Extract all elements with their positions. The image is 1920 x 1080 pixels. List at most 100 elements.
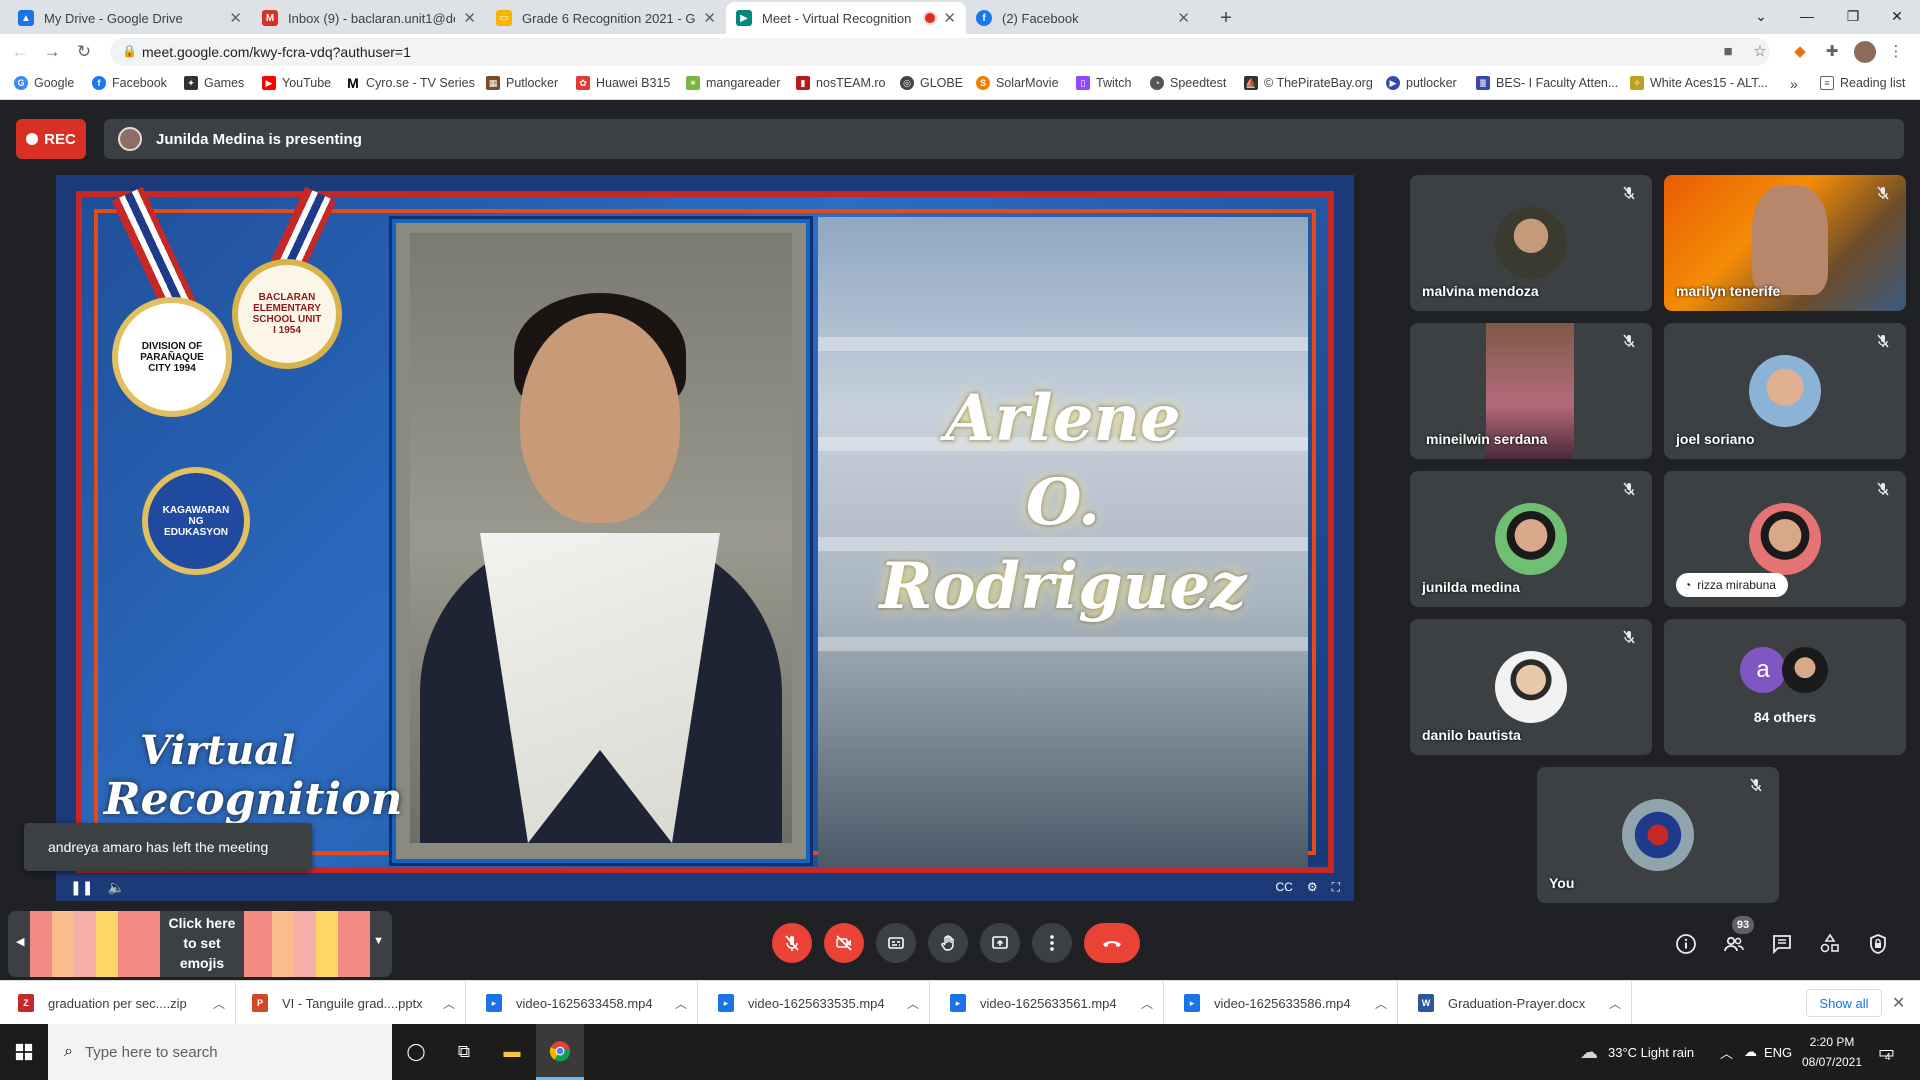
minimize-icon[interactable]: — <box>1784 0 1830 32</box>
participant-tile[interactable]: malvina mendoza <box>1410 175 1652 311</box>
chevron-up-icon[interactable]: ︿ <box>675 995 687 1012</box>
more-options-button[interactable] <box>1032 923 1072 963</box>
host-controls-button[interactable] <box>1864 930 1892 958</box>
bookmark-item[interactable]: ▦ Putlocker <box>486 76 558 90</box>
close-icon[interactable]: ✕ <box>943 9 956 27</box>
taskbar-search-box[interactable]: ⌕ Type here to search <box>48 1024 392 1080</box>
reload-icon[interactable]: ↻ <box>72 40 96 64</box>
participant-tile-others[interactable]: a 84 others <box>1664 619 1906 755</box>
bookmark-item[interactable]: G Google <box>14 76 74 90</box>
new-tab-button[interactable]: + <box>1210 2 1242 34</box>
participant-tile[interactable]: ◔ rizza mirabuna <box>1664 471 1906 607</box>
download-item[interactable]: P VI - Tanguile grad....pptx ︿ <box>236 981 466 1025</box>
bookmark-item[interactable]: ✶ mangareader <box>686 76 780 90</box>
tray-overflow-icon[interactable]: ︿ <box>1720 1024 1733 1080</box>
raise-hand-button[interactable] <box>928 923 968 963</box>
action-center-button[interactable]: ▭ 4 <box>1878 1024 1895 1080</box>
bookmark-item[interactable]: ▯ Twitch <box>1076 76 1131 90</box>
bookmark-item[interactable]: ≣ BES- I Faculty Atten... <box>1476 76 1618 90</box>
mic-off-button[interactable] <box>772 923 812 963</box>
settings-gear-icon[interactable]: ⚙ <box>1307 880 1318 895</box>
bookmark-item[interactable]: ▮ nosTEAM.ro <box>796 76 885 90</box>
window-close-icon[interactable]: ✕ <box>1874 0 1920 32</box>
pause-icon[interactable]: ❚❚ <box>70 879 93 896</box>
chevron-up-icon[interactable]: ︿ <box>1375 995 1387 1012</box>
taskbar-clock[interactable]: 2:20 PM 08/07/2021 <box>1794 1032 1870 1072</box>
bookmark-item[interactable]: ◔ Speedtest <box>1150 76 1226 90</box>
weather-widget[interactable]: ☁ 33°C Light rain <box>1580 1024 1694 1080</box>
forward-icon[interactable]: → <box>40 40 64 64</box>
download-item[interactable]: ▸ video-1625633535.mp4 ︿ <box>698 981 930 1025</box>
chrome-taskbar-icon[interactable] <box>536 1024 584 1080</box>
close-icon[interactable]: ✕ <box>703 9 716 27</box>
tab-google-slides[interactable]: ▭ Grade 6 Recognition 2021 - Goo ✕ <box>486 2 726 34</box>
participant-tile[interactable]: joel soriano <box>1664 323 1906 459</box>
left-arrow-icon[interactable]: ◀ <box>16 935 24 948</box>
network-icon[interactable]: ☁ <box>1744 1024 1757 1080</box>
close-downloads-icon[interactable]: ✕ <box>1892 993 1905 1013</box>
extensions-puzzle-icon[interactable]: ✚ <box>1822 42 1842 62</box>
chat-button[interactable] <box>1768 930 1796 958</box>
presentation-stage[interactable]: DIVISION OF PARAÑAQUE CITY 1994 BACLARAN… <box>56 175 1354 901</box>
tab-search-icon[interactable]: ⌄ <box>1738 0 1784 32</box>
language-indicator[interactable]: ENG <box>1764 1024 1792 1080</box>
back-icon[interactable]: ← <box>8 40 32 64</box>
captions-button[interactable] <box>876 923 916 963</box>
tab-google-drive[interactable]: ▲ My Drive - Google Drive ✕ <box>8 2 252 34</box>
more-menu-icon[interactable]: ⋮ <box>1886 42 1906 62</box>
fullscreen-icon[interactable]: ⛶ <box>1332 880 1340 895</box>
show-all-downloads-button[interactable]: Show all <box>1806 989 1882 1017</box>
bookmark-item[interactable]: S SolarMovie <box>976 76 1059 90</box>
participants-button[interactable] <box>1720 930 1748 958</box>
profile-avatar[interactable] <box>1854 41 1876 63</box>
bookmark-item[interactable]: ◎ GLOBE <box>900 76 963 90</box>
download-item[interactable]: Z graduation per sec....zip ︿ <box>0 981 236 1025</box>
restore-icon[interactable]: ❐ <box>1830 0 1876 32</box>
present-screen-button[interactable] <box>980 923 1020 963</box>
bookmark-item[interactable]: ⛵ © ThePirateBay.org <box>1244 76 1373 90</box>
close-icon[interactable]: ✕ <box>463 9 476 27</box>
download-item[interactable]: W Graduation-Prayer.docx ︿ <box>1398 981 1632 1025</box>
emoji-extension-bar[interactable]: ◀ Click here to set emojis ▼ <box>8 911 392 977</box>
captions-icon[interactable]: CC <box>1275 880 1292 895</box>
bookmark-star-icon[interactable]: ☆ <box>1750 42 1770 62</box>
emoji-hint-text[interactable]: Click here to set emojis <box>160 911 244 977</box>
meeting-details-button[interactable] <box>1672 930 1700 958</box>
chevron-up-icon[interactable]: ︿ <box>443 995 455 1012</box>
download-item[interactable]: ▸ video-1625633458.mp4 ︿ <box>466 981 698 1025</box>
start-button[interactable] <box>0 1024 48 1080</box>
bookmark-item[interactable]: f Facebook <box>92 76 167 90</box>
close-icon[interactable]: ✕ <box>229 9 242 27</box>
tab-gmail[interactable]: M Inbox (9) - baclaran.unit1@depe ✕ <box>252 2 486 34</box>
close-icon[interactable]: ✕ <box>1177 9 1190 27</box>
activities-button[interactable] <box>1816 930 1844 958</box>
bookmark-item[interactable]: ▶ putlocker <box>1386 76 1457 90</box>
participant-tile[interactable]: mineilwin serdana <box>1410 323 1652 459</box>
dropdown-arrow-icon[interactable]: ▼ <box>373 935 384 947</box>
chevron-up-icon[interactable]: ︿ <box>213 995 225 1012</box>
bookmark-item[interactable]: ✦ Games <box>184 76 244 90</box>
volume-icon[interactable]: 🔈 <box>107 879 124 896</box>
self-tile[interactable]: You <box>1537 767 1779 903</box>
participant-tile[interactable]: marilyn tenerife <box>1664 175 1906 311</box>
tab-facebook[interactable]: f (2) Facebook ✕ <box>966 2 1200 34</box>
participant-tile[interactable]: junilda medina <box>1410 471 1652 607</box>
leave-call-button[interactable] <box>1084 923 1140 963</box>
chevron-up-icon[interactable]: ︿ <box>907 995 919 1012</box>
reading-list-button[interactable]: ≡ Reading list <box>1820 76 1905 90</box>
address-bar[interactable]: 🔒 meet.google.com/kwy-fcra-vdq?authuser=… <box>110 38 1770 66</box>
task-view-icon[interactable]: ⧉ <box>440 1024 488 1080</box>
download-item[interactable]: ▸ video-1625633586.mp4 ︿ <box>1164 981 1398 1025</box>
bookmark-item[interactable]: ✧ White Aces15 - ALT... <box>1630 76 1768 90</box>
participant-tile[interactable]: danilo bautista <box>1410 619 1652 755</box>
bookmark-item[interactable]: ▶ YouTube <box>262 76 331 90</box>
tab-google-meet[interactable]: ▶ Meet - Virtual Recognition ✕ <box>726 2 966 34</box>
download-item[interactable]: ▸ video-1625633561.mp4 ︿ <box>930 981 1164 1025</box>
chevron-up-icon[interactable]: ︿ <box>1141 995 1153 1012</box>
bookmark-item[interactable]: ✿ Huawei B315 <box>576 76 670 90</box>
camera-off-button[interactable] <box>824 923 864 963</box>
camera-icon[interactable]: ■ <box>1718 42 1738 62</box>
bookmark-item[interactable]: M Cyro.se - TV Series <box>346 75 475 91</box>
cortana-icon[interactable]: ◯ <box>392 1024 440 1080</box>
more-bookmarks-button[interactable]: » <box>1790 76 1798 92</box>
